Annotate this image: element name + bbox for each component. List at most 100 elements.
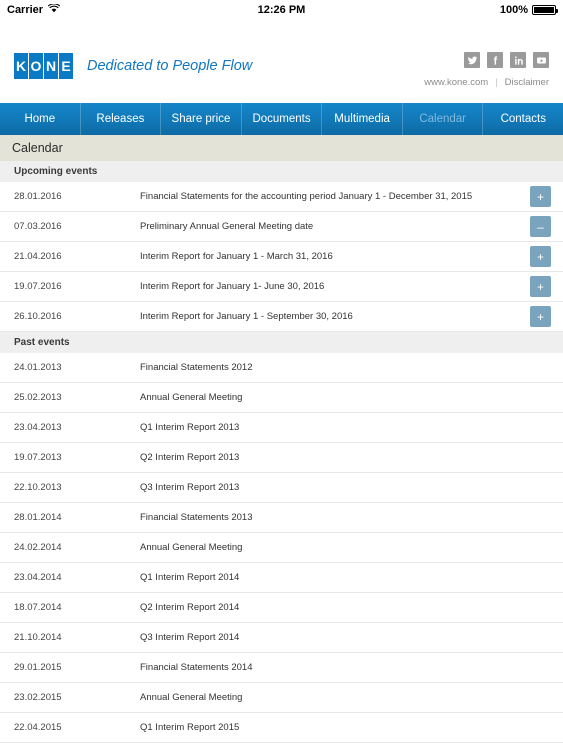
event-title: Interim Report for January 1- June 30, 2… xyxy=(140,281,325,292)
event-date: 29.01.2015 xyxy=(14,662,62,673)
nav-item-share-price[interactable]: Share price xyxy=(161,103,242,135)
brand-tagline: Dedicated to People Flow xyxy=(87,58,253,74)
event-title: Financial Statements 2014 xyxy=(140,662,253,673)
wifi-icon xyxy=(47,3,61,16)
add-to-calendar-button[interactable]: + xyxy=(530,186,551,207)
youtube-icon[interactable] xyxy=(533,52,549,68)
table-row[interactable]: 23.04.2013 Q1 Interim Report 2013 xyxy=(0,413,563,443)
event-title: Annual General Meeting xyxy=(140,542,243,553)
table-row[interactable]: 24.02.2014 Annual General Meeting xyxy=(0,533,563,563)
event-title: Preliminary Annual General Meeting date xyxy=(140,221,314,232)
header-utility-area: www.kone.com | Disclaimer xyxy=(424,52,549,88)
battery-full-icon xyxy=(532,5,558,15)
twitter-icon[interactable] xyxy=(464,52,480,68)
event-title: Financial Statements 2012 xyxy=(140,362,253,373)
event-title: Interim Report for January 1 - March 31,… xyxy=(140,251,333,262)
section-header-past-events: Past events xyxy=(0,332,563,353)
primary-nav: Home Releases Share price Documents Multimed… xyxy=(0,103,563,135)
nav-item-multimedia[interactable]: Multimedia xyxy=(322,103,403,135)
event-title: Q2 Interim Report 2014 xyxy=(140,602,240,613)
nav-item-contacts[interactable]: Contacts xyxy=(483,103,563,135)
event-title: Financial Statements 2013 xyxy=(140,512,253,523)
table-row[interactable]: 24.01.2013 Financial Statements 2012 xyxy=(0,353,563,383)
event-date: 22.04.2015 xyxy=(14,722,62,733)
page-title: Calendar xyxy=(0,135,563,161)
table-row[interactable]: 26.10.2016 Interim Report for January 1 -… xyxy=(0,302,563,332)
table-row[interactable]: 19.07.2013 Q2 Interim Report 2013 xyxy=(0,443,563,473)
event-title: Q1 Interim Report 2015 xyxy=(140,722,240,733)
table-row[interactable]: 18.07.2014 Q2 Interim Report 2014 xyxy=(0,593,563,623)
status-bar-left: Carrier xyxy=(7,3,61,16)
event-date: 21.04.2016 xyxy=(14,251,62,262)
remove-from-calendar-button[interactable]: – xyxy=(530,216,551,237)
event-date: 28.01.2016 xyxy=(14,191,62,202)
event-title: Q2 Interim Report 2013 xyxy=(140,452,240,463)
table-row[interactable]: 25.02.2013 Annual General Meeting xyxy=(0,383,563,413)
event-date: 23.02.2015 xyxy=(14,692,62,703)
event-date: 28.01.2014 xyxy=(14,512,62,523)
event-date: 18.07.2014 xyxy=(14,602,62,613)
add-to-calendar-button[interactable]: + xyxy=(530,276,551,297)
add-to-calendar-button[interactable]: + xyxy=(530,246,551,267)
event-date: 23.04.2014 xyxy=(14,572,62,583)
table-row[interactable]: 23.02.2015 Annual General Meeting xyxy=(0,683,563,713)
event-title: Annual General Meeting xyxy=(140,692,243,703)
table-row[interactable]: 22.10.2013 Q3 Interim Report 2013 xyxy=(0,473,563,503)
event-date: 26.10.2016 xyxy=(14,311,62,322)
nav-item-calendar[interactable]: Calendar xyxy=(403,103,484,135)
event-title: Q3 Interim Report 2013 xyxy=(140,482,240,493)
status-bar-clock-wrap: 12:26 PM xyxy=(0,0,563,20)
nav-item-releases[interactable]: Releases xyxy=(81,103,162,135)
linkedin-icon[interactable] xyxy=(510,52,526,68)
event-date: 19.07.2013 xyxy=(14,452,62,463)
event-title: Annual General Meeting xyxy=(140,392,243,403)
status-bar-clock: 12:26 PM xyxy=(257,4,306,16)
event-date: 24.01.2013 xyxy=(14,362,62,373)
site-header: K O N E Dedicated to People Flow www.kon… xyxy=(0,20,563,103)
carrier-label: Carrier xyxy=(7,4,44,16)
social-links xyxy=(464,52,549,68)
table-row[interactable]: 21.04.2016 Interim Report for January 1 -… xyxy=(0,242,563,272)
nav-item-home[interactable]: Home xyxy=(0,103,81,135)
event-date: 22.10.2013 xyxy=(14,482,62,493)
website-link[interactable]: www.kone.com xyxy=(424,77,488,88)
battery-percent-label: 100% xyxy=(499,4,528,16)
event-date: 23.04.2013 xyxy=(14,422,62,433)
calendar-content: Upcoming events 28.01.2016 Financial State… xyxy=(0,161,563,743)
kone-logo[interactable]: K O N E xyxy=(14,53,73,79)
table-row[interactable]: 29.01.2015 Financial Statements 2014 xyxy=(0,653,563,683)
event-date: 24.02.2014 xyxy=(14,542,62,553)
event-title: Q3 Interim Report 2014 xyxy=(140,632,240,643)
table-row[interactable]: 07.03.2016 Preliminary Annual General Mee… xyxy=(0,212,563,242)
table-row[interactable]: 22.04.2015 Q1 Interim Report 2015 xyxy=(0,713,563,743)
event-date: 25.02.2013 xyxy=(14,392,62,403)
event-title: Q1 Interim Report 2013 xyxy=(140,422,240,433)
event-date: 19.07.2016 xyxy=(14,281,62,292)
add-to-calendar-button[interactable]: + xyxy=(530,306,551,327)
event-title: Financial Statements for the accounting … xyxy=(140,191,473,202)
event-list: 24.01.2013 Financial Statements 2012 25.02… xyxy=(0,353,563,743)
table-row[interactable]: 21.10.2014 Q3 Interim Report 2014 xyxy=(0,623,563,653)
facebook-icon[interactable] xyxy=(487,52,503,68)
disclaimer-link[interactable]: Disclaimer xyxy=(505,77,549,88)
logo-letter-n: N xyxy=(44,53,58,79)
event-title: Q1 Interim Report 2014 xyxy=(140,572,240,583)
table-row[interactable]: 28.01.2014 Financial Statements 2013 xyxy=(0,503,563,533)
logo-letter-e: E xyxy=(59,53,73,79)
status-bar-right: 100% xyxy=(499,4,558,16)
brand-lockup[interactable]: K O N E Dedicated to People Flow xyxy=(14,53,252,79)
status-bar: Carrier 12:26 PM 100% xyxy=(0,0,563,20)
table-row[interactable]: 23.04.2014 Q1 Interim Report 2014 xyxy=(0,563,563,593)
nav-item-documents[interactable]: Documents xyxy=(242,103,323,135)
table-row[interactable]: 19.07.2016 Interim Report for January 1- … xyxy=(0,272,563,302)
table-row[interactable]: 28.01.2016 Financial Statements for the a… xyxy=(0,182,563,212)
event-list: 28.01.2016 Financial Statements for the a… xyxy=(0,182,563,332)
event-date: 07.03.2016 xyxy=(14,221,62,232)
logo-letter-k: K xyxy=(14,53,28,79)
logo-letter-o: O xyxy=(29,53,43,79)
header-link-separator: | xyxy=(495,77,498,88)
event-title: Interim Report for January 1 - September… xyxy=(140,311,353,322)
event-date: 21.10.2014 xyxy=(14,632,62,643)
header-links: www.kone.com | Disclaimer xyxy=(424,77,549,88)
section-header-upcoming-events: Upcoming events xyxy=(0,161,563,182)
